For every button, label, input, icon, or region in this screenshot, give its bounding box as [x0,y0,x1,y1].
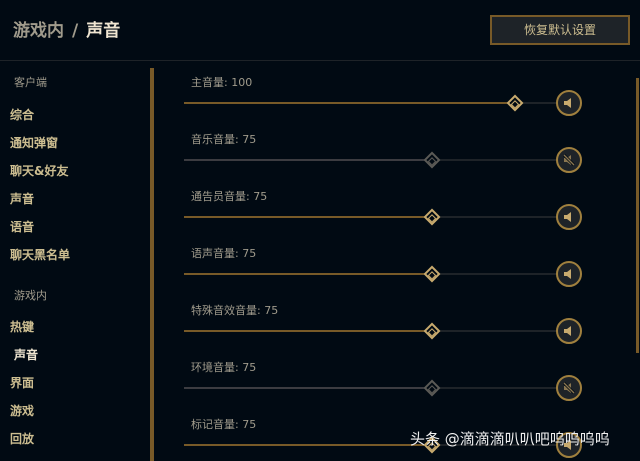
slider-thumb-icon[interactable] [506,94,524,112]
sidebar-item-interface[interactable]: 界面 [10,374,34,391]
voice-volume-label: 语声音量: 75 [191,247,257,260]
sidebar-item-replay[interactable]: 回放 [10,430,34,447]
sidebar-item-general[interactable]: 综合 [10,106,34,123]
sound-settings-panel: 主音量: 100 音乐音量: 75 通告员音量: 75 语声音量: 75 特殊音效音量:… [160,61,630,461]
sidebar-item-notifications[interactable]: 通知弹窗 [10,134,58,151]
speaker-muted-icon[interactable] [556,147,582,173]
announcer-volume-label: 通告员音量: 75 [191,190,268,203]
slider-thumb-icon[interactable] [423,265,441,283]
speaker-muted-icon[interactable] [556,375,582,401]
slider-fill [184,102,515,104]
slider-fill [184,159,432,161]
slider-thumb-icon[interactable] [423,208,441,226]
speaker-icon[interactable] [556,90,582,116]
slider-thumb-icon[interactable] [423,379,441,397]
speaker-icon[interactable] [556,261,582,287]
sidebar-item-client-sound[interactable]: 声音 [10,190,34,207]
slider-fill [184,444,432,446]
sidebar-item-ingame-sound[interactable]: 声音 [14,346,38,363]
sound-effects-volume-slider[interactable] [184,330,557,332]
breadcrumb-separator: / [72,21,79,41]
sidebar-item-game[interactable]: 游戏 [10,402,34,419]
breadcrumb-parent[interactable]: 游戏内 [13,21,64,41]
sidebar-item-chat-blocklist[interactable]: 聊天黑名单 [10,246,70,263]
page-title: 声音 [86,21,121,41]
sidebar-item-chat-friends[interactable]: 聊天&好友 [10,162,68,179]
slider-fill [184,387,432,389]
master-volume-label: 主音量: 100 [191,76,253,89]
watermark: 头条 @滴滴滴叭叭吧呜呜呜呜 [410,430,610,448]
music-volume-slider[interactable] [184,159,557,161]
sidebar-item-voice[interactable]: 语音 [10,218,34,235]
slider-fill [184,273,432,275]
sound-effects-volume-label: 特殊音效音量: 75 [191,304,279,317]
settings-sidebar: 客户端 综合 通知弹窗 聊天&好友 声音 语音 聊天黑名单 游戏内 热键 声音 … [0,61,150,461]
ambience-volume-slider[interactable] [184,387,557,389]
speaker-icon[interactable] [556,318,582,344]
sidebar-section-ingame: 游戏内 [14,289,47,302]
speaker-icon[interactable] [556,204,582,230]
pings-volume-label: 标记音量: 75 [191,418,257,431]
sidebar-section-client: 客户端 [14,76,47,89]
slider-thumb-icon[interactable] [423,322,441,340]
ambience-volume-label: 环境音量: 75 [191,361,257,374]
restore-defaults-button[interactable]: 恢复默认设置 [490,15,630,45]
sidebar-scrollbar[interactable] [150,68,154,461]
announcer-volume-slider[interactable] [184,216,557,218]
voice-volume-slider[interactable] [184,273,557,275]
header-bar: 游戏内 / 声音 恢复默认设置 [0,0,640,60]
master-volume-slider[interactable] [184,102,557,104]
slider-thumb-icon[interactable] [423,151,441,169]
content-scrollbar[interactable] [636,78,639,353]
slider-fill [184,330,432,332]
slider-fill [184,216,432,218]
music-volume-label: 音乐音量: 75 [191,133,257,146]
breadcrumb: 游戏内 / 声音 [13,16,120,41]
sidebar-item-hotkeys[interactable]: 热键 [10,318,34,335]
